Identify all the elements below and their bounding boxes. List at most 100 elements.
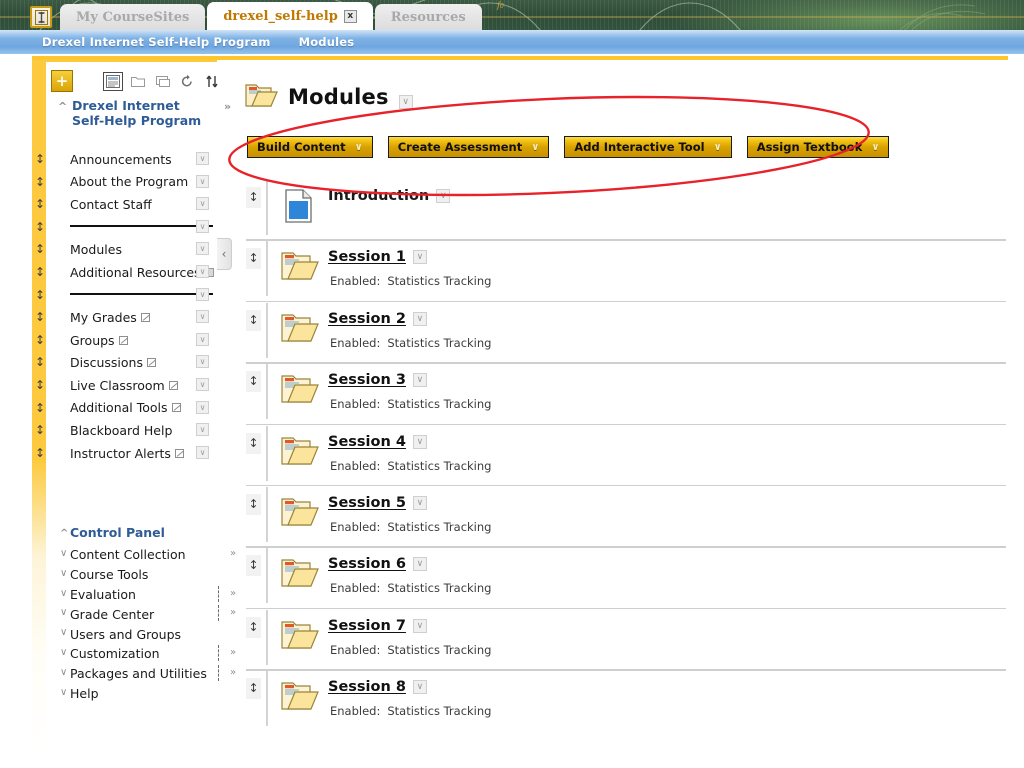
drag-handle-icon[interactable]: ↕ (246, 187, 261, 208)
drag-handle-icon[interactable]: ↕ (34, 400, 46, 416)
row-title[interactable]: Session 5 (328, 495, 406, 511)
chevron-down-icon[interactable]: ∨ (196, 377, 209, 391)
drag-handle-icon[interactable]: ↕ (34, 354, 46, 370)
drag-handle-icon[interactable]: ↕ (246, 432, 261, 454)
chevron-down-icon[interactable]: ∨ (196, 174, 209, 188)
chevron-down-icon[interactable]: ∨ (436, 189, 451, 203)
control-panel-item-users-and-groups[interactable]: ∨ Users and Groups (60, 624, 220, 644)
control-panel-item-customization[interactable]: ∨ Customization » (60, 644, 236, 664)
assign-textbook-button[interactable]: Assign Textbook ∨ (746, 136, 890, 158)
row-title-group[interactable]: Session 4 ∨ (328, 434, 427, 450)
chevron-down-icon[interactable]: ∨ (196, 197, 209, 211)
row-title-group[interactable]: Session 2 ∨ (328, 311, 427, 327)
tab-drexel-self-help[interactable]: drexel_self-help x (207, 2, 373, 30)
drag-handle-icon[interactable]: ↕ (34, 219, 46, 235)
drag-handle-icon[interactable]: ↕ (246, 678, 261, 700)
control-panel-item-packages-and-utilities[interactable]: ∨ Packages and Utilities » (60, 664, 236, 684)
sidebar-item-about-the-program[interactable]: ↕ About the Program ∨ (35, 171, 217, 194)
row-title-group[interactable]: Session 7 ∨ (328, 618, 427, 634)
chevron-down-icon[interactable]: ∨ (412, 311, 427, 326)
chevron-down-icon[interactable]: ∨ (196, 287, 209, 301)
chevron-down-icon[interactable]: ∨ (412, 680, 427, 695)
sidebar-item-contact-staff[interactable]: ↕ Contact Staff ∨ (35, 193, 217, 216)
breadcrumb-course[interactable]: Drexel Internet Self-Help Program (42, 35, 271, 49)
row-title-group[interactable]: Session 3 ∨ (328, 372, 427, 388)
sort-icon[interactable] (205, 74, 221, 89)
chevron-down-icon[interactable]: ∨ (196, 445, 209, 459)
chevron-down-icon[interactable]: ∨ (412, 495, 427, 510)
chevron-double-right-icon[interactable]: » (230, 548, 236, 559)
drag-handle-icon[interactable]: ↕ (246, 493, 261, 515)
row-title[interactable]: Session 7 (328, 618, 406, 634)
control-panel-item-evaluation[interactable]: ∨ Evaluation » (60, 585, 236, 605)
chevron-double-right-icon[interactable]: » (230, 588, 236, 599)
build-content-button[interactable]: Build Content ∨ (247, 136, 373, 158)
chevron-double-right-icon[interactable]: » (230, 607, 236, 618)
row-title[interactable]: Session 4 (328, 434, 406, 450)
tile-view-icon[interactable] (155, 74, 171, 89)
row-title-group[interactable]: Session 6 ∨ (328, 556, 427, 572)
tab-resources[interactable]: Resources (374, 4, 482, 30)
tab-my-coursesites[interactable]: My CourseSites (60, 4, 206, 30)
drag-handle-icon[interactable]: ↕ (34, 196, 46, 212)
chevron-down-icon[interactable]: ∨ (196, 400, 209, 414)
add-menu-item-button[interactable]: + (51, 70, 73, 92)
sidebar-item-additional-resources[interactable]: ↕ Additional Resources ∨ (35, 261, 217, 284)
chevron-down-icon[interactable]: ∨ (196, 264, 209, 278)
chevron-down-icon[interactable]: ∨ (398, 95, 413, 109)
sidebar-item-announcements[interactable]: ↕ Announcements ∨ (35, 148, 217, 171)
sidebar-course-title[interactable]: ^ Drexel Internet Self-Help Program » (58, 98, 231, 128)
row-title[interactable]: Session 8 (328, 679, 406, 695)
home-tab-icon[interactable] (30, 6, 52, 28)
chevron-down-icon[interactable]: ∨ (412, 557, 427, 572)
sidebar-collapse-button[interactable]: ‹ (217, 238, 232, 270)
control-panel-item-help[interactable]: ∨ Help (60, 684, 220, 704)
folder-view-icon[interactable] (130, 74, 146, 89)
control-panel-item-grade-center[interactable]: ∨ Grade Center » (60, 604, 236, 624)
drag-handle-icon[interactable]: ↕ (246, 616, 261, 638)
drag-handle-icon[interactable]: ↕ (246, 248, 261, 270)
chevron-down-icon[interactable]: ∨ (412, 250, 427, 265)
chevron-down-icon[interactable]: ∨ (412, 373, 427, 388)
chevron-double-right-icon[interactable]: » (230, 667, 236, 678)
sidebar-item-blackboard-help[interactable]: ↕ Blackboard Help ∨ (35, 419, 217, 442)
row-title[interactable]: Session 1 (328, 249, 406, 265)
drag-handle-icon[interactable]: ↕ (34, 422, 46, 438)
close-icon[interactable]: x (343, 9, 357, 23)
chevron-double-right-icon[interactable]: » (224, 99, 231, 114)
control-panel-item-content-collection[interactable]: ∨ Content Collection » (60, 545, 236, 565)
chevron-down-icon[interactable]: ∨ (196, 310, 209, 324)
drag-handle-icon[interactable]: ↕ (34, 264, 46, 280)
add-interactive-tool-button[interactable]: Add Interactive Tool ∨ (564, 136, 732, 158)
drag-handle-icon[interactable]: ↕ (246, 309, 261, 331)
chevron-double-right-icon[interactable]: » (230, 647, 236, 658)
row-title[interactable]: Session 6 (328, 556, 406, 572)
row-title-group[interactable]: Session 5 ∨ (328, 495, 427, 511)
drag-handle-icon[interactable]: ↕ (34, 309, 46, 325)
chevron-down-icon[interactable]: ∨ (412, 618, 427, 633)
drag-handle-icon[interactable]: ↕ (34, 377, 46, 393)
create-assessment-button[interactable]: Create Assessment ∨ (387, 136, 550, 158)
sidebar-item-instructor-alerts[interactable]: ↕ Instructor Alerts ∨ (35, 442, 217, 465)
row-title-group[interactable]: Introduction ∨ (328, 188, 451, 204)
row-title-group[interactable]: Session 1 ∨ (328, 249, 427, 265)
drag-handle-icon[interactable]: ↕ (246, 371, 261, 393)
drag-handle-icon[interactable]: ↕ (34, 287, 46, 303)
sidebar-item-my-grades[interactable]: ↕ My Grades ∨ (35, 306, 217, 329)
drag-handle-icon[interactable]: ↕ (34, 445, 46, 461)
breadcrumb-section[interactable]: Modules (299, 35, 355, 49)
chevron-down-icon[interactable]: ∨ (196, 219, 209, 233)
control-panel-item-course-tools[interactable]: ∨ Course Tools (60, 565, 220, 585)
row-title-group[interactable]: Session 8 ∨ (328, 679, 427, 695)
chevron-down-icon[interactable]: ∨ (196, 332, 209, 346)
refresh-icon[interactable] (180, 74, 196, 89)
drag-handle-icon[interactable]: ↕ (34, 151, 46, 167)
drag-handle-icon[interactable]: ↕ (246, 555, 261, 577)
sidebar-item-discussions[interactable]: ↕ Discussions ∨ (35, 351, 217, 374)
sidebar-item-live-classroom[interactable]: ↕ Live Classroom ∨ (35, 374, 217, 397)
chevron-down-icon[interactable]: ∨ (196, 423, 209, 437)
row-title[interactable]: Session 3 (328, 372, 406, 388)
chevron-down-icon[interactable]: ∨ (412, 434, 427, 449)
chevron-down-icon[interactable]: ∨ (196, 152, 209, 165)
sidebar-item-modules[interactable]: ↕ Modules ∨ (35, 238, 217, 261)
